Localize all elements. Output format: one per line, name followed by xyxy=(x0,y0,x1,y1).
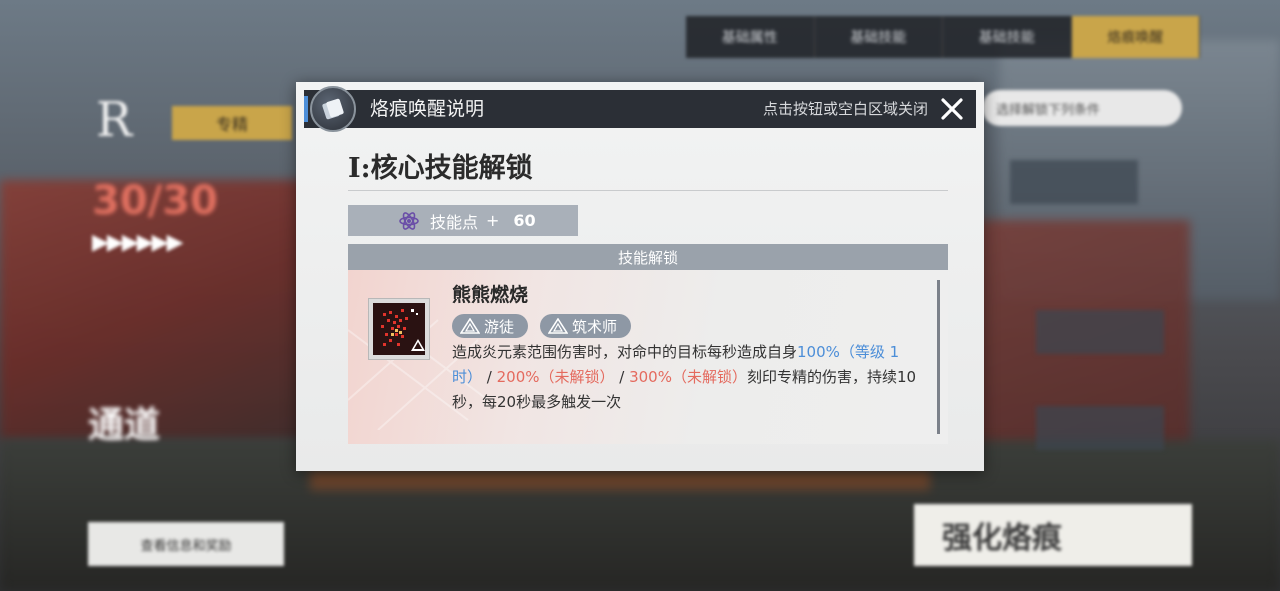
top-tab-bar: 基础属性 基础技能 基础技能 烙痕唤醒 xyxy=(686,16,1200,58)
separator: / xyxy=(614,368,630,386)
imprint-card-icon xyxy=(310,86,356,132)
view-info-button[interactable]: 查看信息和奖励 xyxy=(88,522,284,566)
dialog-header: 烙痕唤醒说明 点击按钮或空白区域关闭 xyxy=(304,86,976,132)
triangle-emblem-icon xyxy=(460,318,480,334)
skill-fire-icon xyxy=(368,298,430,360)
tag-label: 筑术师 xyxy=(572,317,618,336)
imprint-title: 通道 xyxy=(88,405,161,446)
desc-text: 造成炎元素范围伤害时，对命中的目标每秒造成自身 xyxy=(452,343,798,361)
level-readout: 30/30 xyxy=(92,178,218,224)
tag-wanderer: 游徒 xyxy=(452,314,529,338)
imprint-awaken-dialog: 烙痕唤醒说明 点击按钮或空白区域关闭 I:核心技能解锁 技能点 + 60 技能解… xyxy=(296,82,984,471)
scrollbar-thumb[interactable] xyxy=(937,280,940,434)
skill-points-bar: 技能点 + 60 xyxy=(348,205,578,236)
atom-icon xyxy=(399,211,419,230)
points-op: + xyxy=(486,211,500,230)
close-hint-text: 点击按钮或空白区域关闭 xyxy=(762,100,928,118)
scrollbar[interactable] xyxy=(937,280,940,434)
skill-panel: 熊熊燃烧 游徒 筑术师 造成炎元素范围伤害时，对命中的目标每秒造成自身100%（… xyxy=(348,270,948,444)
tag-label: 游徒 xyxy=(484,317,515,336)
tab-basic-skills-2[interactable]: 基础技能 xyxy=(943,16,1072,58)
points-label: 技能点 xyxy=(430,212,479,232)
bg-card xyxy=(1010,160,1138,204)
header-accent xyxy=(304,96,308,122)
tag-builder: 筑术师 xyxy=(540,314,632,338)
bg-card xyxy=(1036,406,1164,450)
section-divider xyxy=(348,190,948,191)
skill-tags: 游徒 筑术师 xyxy=(452,314,632,338)
skill-description: 造成炎元素范围伤害时，对命中的目标每秒造成自身100%（等级 1时） / 200… xyxy=(452,340,920,415)
separator: / xyxy=(482,368,497,386)
tab-imprint-awaken[interactable]: 烙痕唤醒 xyxy=(1071,16,1200,58)
strengthen-imprint-button[interactable]: 强化烙痕 xyxy=(914,504,1192,566)
tab-basic-skills[interactable]: 基础技能 xyxy=(815,16,943,58)
close-icon[interactable] xyxy=(938,95,966,123)
points-value: 60 xyxy=(513,211,536,230)
tab-basic-attributes[interactable]: 基础属性 xyxy=(686,16,815,58)
section-title: I:核心技能解锁 xyxy=(348,153,533,184)
bg-card xyxy=(1036,310,1164,354)
specialty-badge: 专精 xyxy=(172,106,292,140)
damage-level-3: 300%（未解锁） xyxy=(629,368,747,386)
chevrons-icon: ▶▶▶▶▶▶ xyxy=(92,230,184,255)
triangle-emblem-icon xyxy=(548,318,569,334)
rarity-label: R xyxy=(96,92,133,148)
condition-search-input[interactable]: 选择解锁下列条件 xyxy=(982,90,1182,126)
damage-level-2: 200%（未解锁） xyxy=(496,368,615,386)
skill-name: 熊熊燃烧 xyxy=(452,284,529,306)
skill-unlock-header: 技能解锁 xyxy=(348,244,948,270)
dialog-title: 烙痕唤醒说明 xyxy=(370,98,485,120)
